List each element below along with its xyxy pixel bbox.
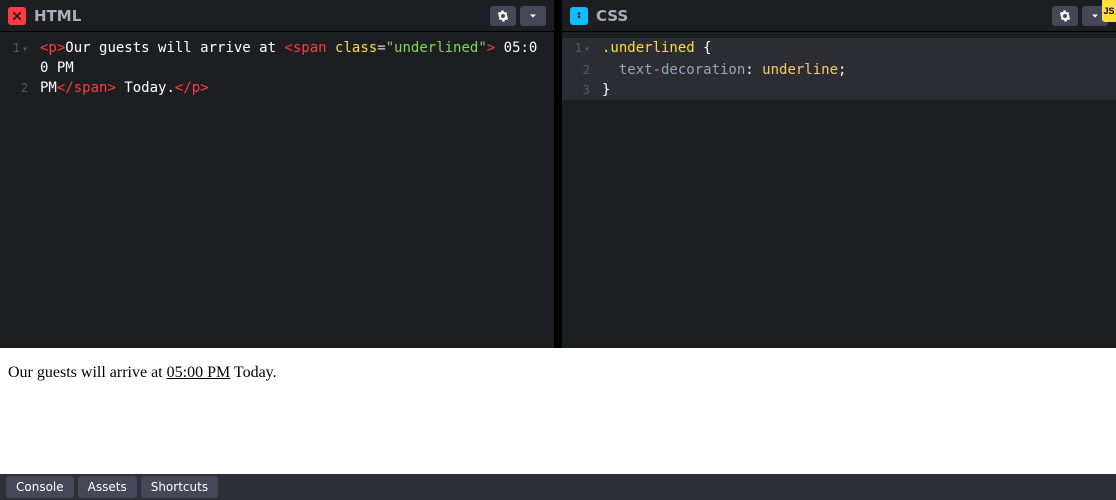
css-panel-header: CSS	[562, 0, 1116, 32]
css-code-editor[interactable]: 1▾ .underlined { 2 text-decoration: unde…	[562, 32, 1116, 348]
css-panel-actions	[1052, 6, 1108, 26]
settings-button[interactable]	[490, 6, 516, 26]
js-side-tab[interactable]: JS	[1102, 0, 1116, 22]
line-number: 3	[562, 80, 602, 100]
output-preview: Our guests will arrive at 05:00 PM Today…	[0, 348, 1116, 474]
css-panel: CSS 1▾ .underlined { 2 text-decoration: …	[562, 0, 1116, 348]
code-line: 2 PM</span> Today.</p>	[0, 78, 554, 98]
html-panel: HTML 1▾ <p>Our guests will arrive at <sp…	[0, 0, 554, 348]
chevron-down-button[interactable]	[520, 6, 546, 26]
line-number: 2	[0, 78, 40, 98]
css-panel-title: CSS	[596, 7, 628, 25]
html-panel-header: HTML	[0, 0, 554, 32]
html-panel-title: HTML	[34, 7, 81, 25]
line-number: 1▾	[0, 38, 40, 78]
code-line: 3 }	[562, 80, 1116, 100]
line-number: 2	[562, 60, 602, 80]
fold-icon[interactable]: ▾	[22, 44, 28, 55]
output-text: Our guests will arrive at 05:00 PM Today…	[8, 364, 1108, 382]
underlined-time: 05:00 PM	[167, 364, 231, 381]
editor-panes: HTML 1▾ <p>Our guests will arrive at <sp…	[0, 0, 1116, 348]
shortcuts-button[interactable]: Shortcuts	[141, 476, 218, 498]
assets-button[interactable]: Assets	[78, 476, 137, 498]
html-code-editor[interactable]: 1▾ <p>Our guests will arrive at <span cl…	[0, 32, 554, 348]
code-line: 1▾ <p>Our guests will arrive at <span cl…	[0, 38, 554, 78]
html-panel-actions	[490, 6, 546, 26]
settings-button[interactable]	[1052, 6, 1078, 26]
fold-icon[interactable]: ▾	[584, 44, 590, 55]
code-line: 1▾ .underlined {	[562, 38, 1116, 60]
code-line: 2 text-decoration: underline;	[562, 60, 1116, 80]
footer-bar: Console Assets Shortcuts	[0, 474, 1116, 500]
console-button[interactable]: Console	[6, 476, 74, 498]
line-number: 1▾	[562, 38, 602, 60]
css-icon	[570, 7, 588, 25]
html-icon	[8, 7, 26, 25]
